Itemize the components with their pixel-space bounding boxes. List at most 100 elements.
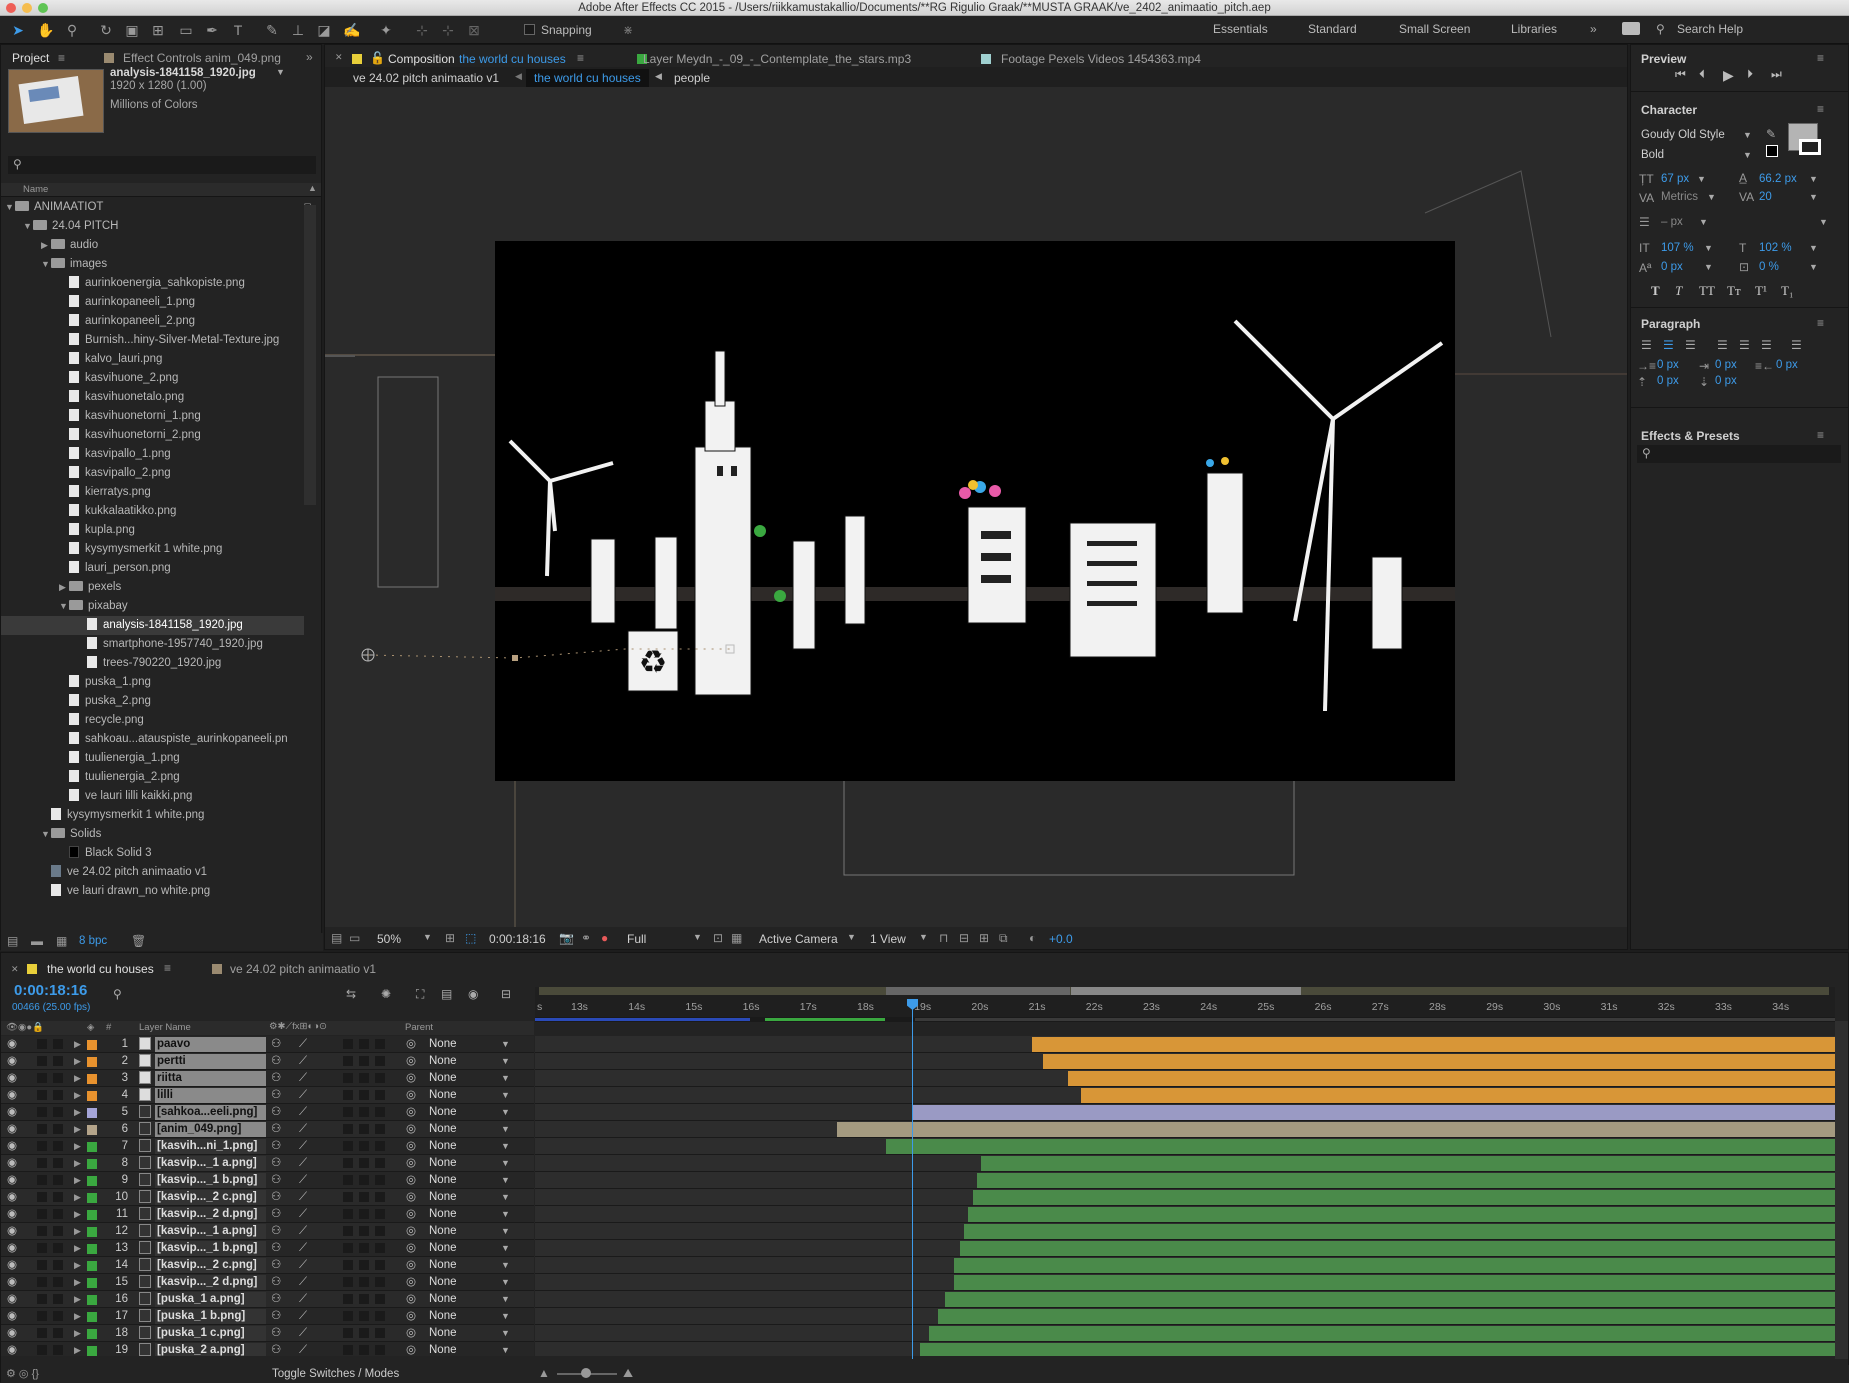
parent-select[interactable]: None <box>429 1342 457 1356</box>
motion-blur-switch[interactable] <box>343 1226 353 1236</box>
shy-layers-icon[interactable]: ⛶ <box>416 987 424 1002</box>
lock-switch[interactable] <box>53 1073 63 1083</box>
parent-pickwhip-icon[interactable]: ◎ <box>406 1070 416 1087</box>
camera-select[interactable]: Active Camera <box>759 932 838 946</box>
toggle-pixel-aspect-icon[interactable]: ⊓ <box>939 931 948 945</box>
prev-frame-icon[interactable]: ⏴ <box>1699 67 1705 82</box>
layer-label-color[interactable] <box>87 1193 97 1203</box>
solo-switch[interactable] <box>37 1209 47 1219</box>
parent-select[interactable]: None <box>429 1070 457 1087</box>
lock-switch[interactable] <box>53 1294 63 1304</box>
parent-select[interactable]: None <box>429 1257 457 1274</box>
solo-switch[interactable] <box>37 1056 47 1066</box>
font-size-dropdown-icon[interactable]: ▼ <box>1697 174 1706 184</box>
parent-select[interactable]: None <box>429 1206 457 1223</box>
parent-pickwhip-icon[interactable]: ◎ <box>406 1308 416 1325</box>
quality-switch-icon[interactable]: ⟋ <box>299 1087 307 1104</box>
layer-name[interactable]: [kasvip..._2 d.png] <box>155 1275 266 1290</box>
space-before-value[interactable]: 0 px <box>1657 375 1679 387</box>
lock-switch[interactable] <box>53 1107 63 1117</box>
layer-row[interactable]: ◉ ▶ 14 [kasvip..._2 c.png] ⚇ ⟋ ◎ None ▼ <box>1 1257 534 1274</box>
layer-expand-icon[interactable]: ▶ <box>74 1291 81 1308</box>
parent-select[interactable]: None <box>429 1155 457 1172</box>
layer-duration-bar[interactable] <box>1081 1088 1835 1103</box>
composition-canvas[interactable]: ♻ <box>495 241 1455 781</box>
justify-center-icon[interactable]: ☰ <box>1739 338 1750 352</box>
layer-label-color[interactable] <box>87 1295 97 1305</box>
3d-switch[interactable] <box>375 1226 385 1236</box>
lock-switch[interactable] <box>53 1056 63 1066</box>
stroke-width-value[interactable]: – px <box>1661 216 1683 228</box>
quality-switch-icon[interactable]: ⟋ <box>299 1189 307 1206</box>
layer-label-color[interactable] <box>87 1227 97 1237</box>
tab-composition-label[interactable]: Composition <box>388 52 455 66</box>
parent-dropdown-icon[interactable]: ▼ <box>501 1223 510 1240</box>
font-style-dropdown-icon[interactable]: ▼ <box>1743 150 1752 160</box>
disclosure-triangle-icon[interactable]: ▼ <box>5 198 15 217</box>
project-item[interactable]: kasvipallo_2.png <box>1 464 304 483</box>
layer-expand-icon[interactable]: ▶ <box>74 1070 81 1087</box>
layer-name[interactable]: [puska_1 a.png] <box>155 1292 266 1307</box>
align-center-icon[interactable]: ☰ <box>1663 338 1674 352</box>
flowchart-icon-2[interactable]: ⧉ <box>999 931 1008 946</box>
always-preview-icon[interactable]: ▤ <box>331 931 342 945</box>
project-folder[interactable]: ▼ images <box>1 255 304 274</box>
quality-switch-icon[interactable]: ⟋ <box>299 1070 307 1087</box>
solo-switch[interactable] <box>37 1107 47 1117</box>
align-left-icon[interactable]: ☰ <box>1641 338 1652 352</box>
adjustment-switch[interactable] <box>359 1124 369 1134</box>
pan-behind-tool-icon[interactable]: ⊞ <box>148 20 168 40</box>
horizontal-scale-value[interactable]: 102 % <box>1759 242 1792 254</box>
horizontal-scale-dropdown-icon[interactable]: ▼ <box>1809 243 1818 253</box>
lock-switch[interactable] <box>53 1209 63 1219</box>
font-size-value[interactable]: 67 px <box>1661 173 1689 185</box>
layer-name[interactable]: [anim_049.png] <box>155 1122 266 1137</box>
resolution-grid-icon[interactable]: ⊞ <box>445 931 455 945</box>
timeline-search-icon[interactable]: ⚲ <box>113 987 122 1001</box>
adjustment-switch[interactable] <box>359 1073 369 1083</box>
layer-row[interactable]: ◉ ▶ 17 [puska_1 b.png] ⚇ ⟋ ◎ None ▼ <box>1 1308 534 1325</box>
project-item[interactable]: Black Solid 3 <box>1 844 304 863</box>
parent-select[interactable]: None <box>429 1240 457 1257</box>
layer-duration-bar[interactable] <box>836 1122 1835 1137</box>
parent-pickwhip-icon[interactable]: ◎ <box>406 1036 416 1053</box>
layer-label-color[interactable] <box>87 1125 97 1135</box>
layer-name[interactable]: [kasvip..._1 a.png] <box>155 1224 266 1239</box>
disclosure-triangle-icon[interactable]: ▼ <box>41 255 51 274</box>
3d-switch[interactable] <box>375 1209 385 1219</box>
layer-duration-bar[interactable] <box>964 1224 1835 1239</box>
visibility-icon[interactable]: ◉ <box>7 1223 17 1240</box>
exposure-value[interactable]: +0.0 <box>1049 932 1073 946</box>
show-snapshot-icon[interactable]: ⚭ <box>581 931 591 945</box>
solo-switch[interactable] <box>37 1243 47 1253</box>
parent-select[interactable]: None <box>429 1189 457 1206</box>
adjustment-switch[interactable] <box>359 1175 369 1185</box>
sync-settings-icon[interactable] <box>1622 22 1640 35</box>
motion-blur-switch[interactable] <box>343 1209 353 1219</box>
stroke-color-swatch[interactable] <box>1799 139 1821 155</box>
3d-switch[interactable] <box>375 1073 385 1083</box>
shy-switch-icon[interactable]: ⚇ <box>271 1138 281 1155</box>
layer-duration-bar[interactable] <box>944 1292 1835 1307</box>
region-of-interest-icon[interactable]: ⊡ <box>713 931 723 945</box>
transparency-grid-icon[interactable]: ▦ <box>731 931 742 945</box>
project-scrollbar[interactable] <box>304 205 316 505</box>
layer-expand-icon[interactable]: ▶ <box>74 1223 81 1240</box>
selection-tool-icon[interactable]: ➤ <box>8 20 28 40</box>
lock-switch[interactable] <box>53 1243 63 1253</box>
zoom-dropdown-icon[interactable]: ▼ <box>423 932 432 942</box>
parent-dropdown-icon[interactable]: ▼ <box>501 1053 510 1070</box>
next-frame-icon[interactable]: ⏵ <box>1747 67 1753 82</box>
brush-tool-icon[interactable]: ✎ <box>262 20 282 40</box>
project-item[interactable]: aurinkopaneeli_2.png <box>1 312 304 331</box>
motion-blur-switch[interactable] <box>343 1243 353 1253</box>
rectangle-tool-icon[interactable]: ▭ <box>176 20 196 40</box>
project-bit-depth[interactable]: 8 bpc <box>79 935 107 947</box>
motion-blur-switch[interactable] <box>343 1260 353 1270</box>
parent-pickwhip-icon[interactable]: ◎ <box>406 1087 416 1104</box>
layer-row[interactable]: ◉ ▶ 11 [kasvip..._2 d.png] ⚇ ⟋ ◎ None ▼ <box>1 1206 534 1223</box>
adjustment-switch[interactable] <box>359 1056 369 1066</box>
vertical-scale-dropdown-icon[interactable]: ▼ <box>1704 243 1713 253</box>
layer-row[interactable]: ◉ ▶ 6 [anim_049.png] ⚇ ⟋ ◎ None ▼ <box>1 1121 534 1138</box>
project-menu-icon[interactable]: ≡ <box>58 51 65 65</box>
